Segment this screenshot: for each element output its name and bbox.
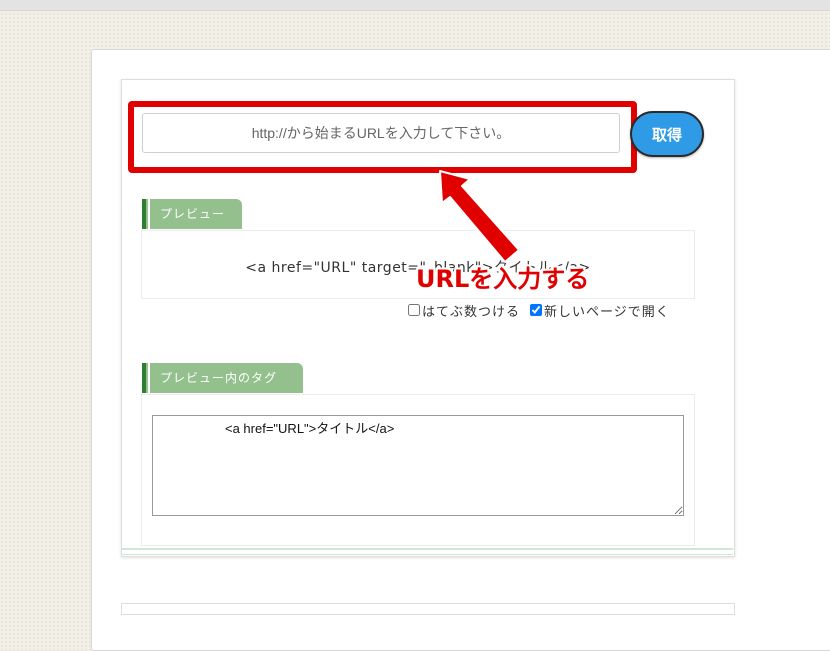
new-page-checkbox[interactable]	[530, 304, 543, 316]
annotation-text: URLを入力する	[416, 265, 590, 293]
tag-heading: プレビュー内のタグ	[142, 363, 303, 393]
next-panel	[121, 603, 735, 615]
tag-code-textarea[interactable]: <a href="URL">タイトル</a>	[152, 415, 684, 516]
hatebu-label: はてぶ数つける	[422, 304, 521, 320]
panel-bottom-border	[121, 548, 733, 555]
hatebu-checkbox[interactable]	[408, 304, 420, 316]
new-page-label: 新しいページで開く	[544, 304, 670, 320]
url-input[interactable]	[142, 113, 620, 153]
browser-top-bar	[0, 0, 830, 11]
link-options: はてぶ数つける 新しいページで開く	[408, 301, 670, 320]
fetch-button[interactable]: 取得	[630, 111, 704, 157]
new-page-option[interactable]: 新しいページで開く	[530, 301, 670, 320]
hatebu-option[interactable]: はてぶ数つける	[408, 301, 520, 320]
preview-heading: プレビュー	[142, 199, 242, 229]
